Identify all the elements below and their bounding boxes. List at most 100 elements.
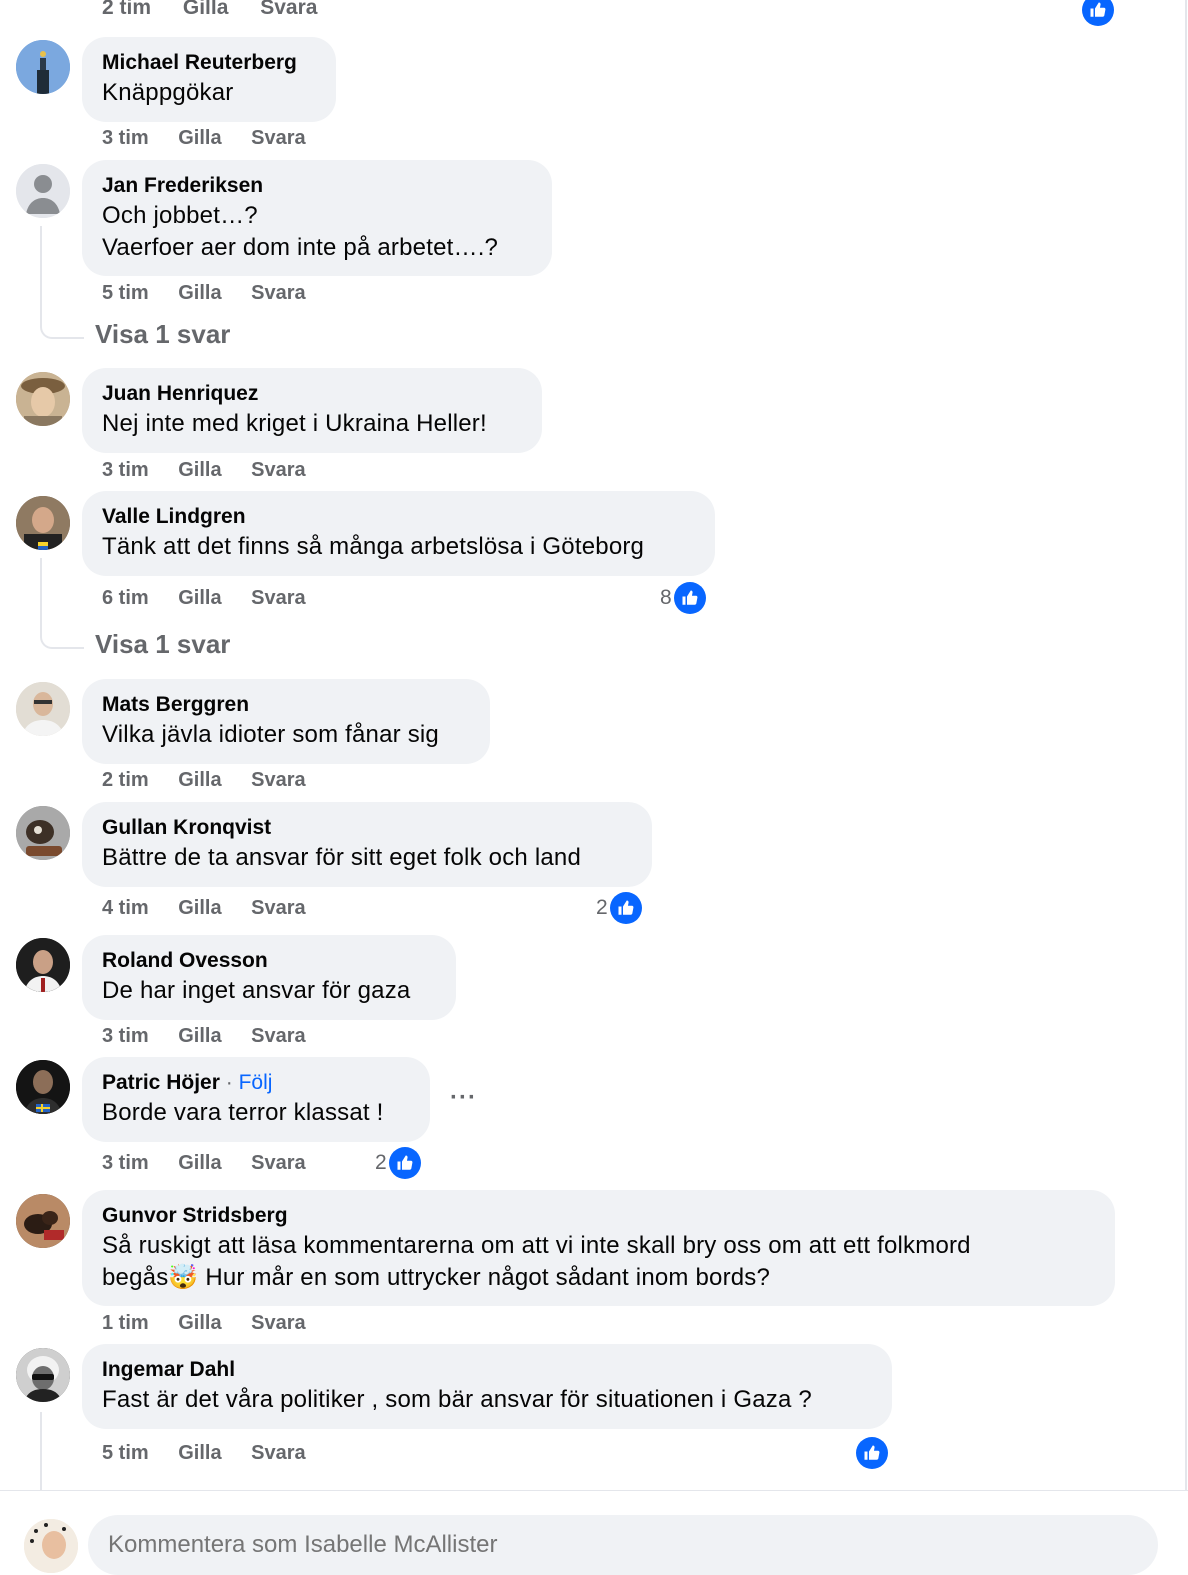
- author-name[interactable]: Patric Höjer: [102, 1071, 220, 1094]
- avatar[interactable]: [16, 682, 70, 736]
- like-link[interactable]: Gilla: [178, 459, 221, 482]
- reply-link[interactable]: Svara: [251, 1025, 306, 1048]
- reply-link[interactable]: Svara: [251, 897, 306, 920]
- comment-actions: 4 tim Gilla Svara: [102, 897, 330, 920]
- like-link[interactable]: Gilla: [178, 897, 221, 920]
- avatar[interactable]: [16, 1194, 70, 1248]
- comment-text: Så ruskigt att läsa kommentarerna om att…: [102, 1232, 971, 1259]
- author-name[interactable]: Ingemar Dahl: [102, 1356, 872, 1384]
- comment-text: De har inget ansvar för gaza: [102, 977, 411, 1004]
- timestamp[interactable]: 5 tim: [102, 1442, 149, 1465]
- like-reaction-icon[interactable]: [1080, 0, 1114, 26]
- view-replies-link[interactable]: Visa 1 svar: [95, 629, 230, 660]
- avatar[interactable]: [16, 496, 70, 550]
- reply-link[interactable]: Svara: [251, 769, 306, 792]
- reaction-count[interactable]: 2: [375, 1147, 421, 1179]
- view-replies-link[interactable]: Visa 1 svar: [95, 319, 230, 350]
- avatar[interactable]: [16, 1348, 70, 1402]
- like-link[interactable]: Gilla: [183, 0, 229, 19]
- timestamp[interactable]: 3 tim: [102, 127, 149, 150]
- reply-link[interactable]: Svara: [260, 0, 317, 19]
- reaction-count[interactable]: [854, 1437, 888, 1469]
- comment-bubble: Ingemar Dahl Fast är det våra politiker …: [82, 1344, 892, 1429]
- author-name[interactable]: Gunvor Stridsberg: [102, 1202, 1095, 1230]
- comment-bubble: Valle Lindgren Tänk att det finns så mån…: [82, 491, 715, 576]
- comment-input[interactable]: [108, 1531, 1138, 1559]
- comment-bubble: Jan Frederiksen Och jobbet…? Vaerfoer ae…: [82, 160, 552, 276]
- reply-link[interactable]: Svara: [251, 1442, 306, 1465]
- avatar[interactable]: [16, 372, 70, 426]
- reaction-count[interactable]: 2: [596, 892, 642, 924]
- comment-text: Vaerfoer aer dom inte på arbetet….?: [102, 234, 499, 261]
- comment-text: Fast är det våra politiker , som bär ans…: [102, 1386, 812, 1413]
- comment-bubble: Mats Berggren Vilka jävla idioter som få…: [82, 679, 490, 764]
- like-link[interactable]: Gilla: [178, 769, 221, 792]
- reaction-number: 8: [660, 586, 672, 609]
- like-reaction-icon: [856, 1437, 888, 1469]
- author-name[interactable]: Michael Reuterberg: [102, 49, 316, 77]
- like-link[interactable]: Gilla: [178, 127, 221, 150]
- comment-actions: 1 tim Gilla Svara: [102, 1312, 330, 1335]
- timestamp[interactable]: 2 tim: [102, 769, 149, 792]
- thread-line: [40, 558, 42, 636]
- timestamp[interactable]: 5 tim: [102, 282, 149, 305]
- reaction-number: 2: [596, 896, 608, 919]
- comment-text: Och jobbet…?: [102, 202, 258, 229]
- timestamp[interactable]: 1 tim: [102, 1312, 149, 1335]
- like-link[interactable]: Gilla: [178, 1312, 221, 1335]
- reply-link[interactable]: Svara: [251, 127, 306, 150]
- timestamp[interactable]: 3 tim: [102, 459, 149, 482]
- comment-actions: 3 tim Gilla Svara: [102, 459, 330, 482]
- author-name[interactable]: Juan Henriquez: [102, 380, 522, 408]
- more-options-icon[interactable]: ···: [450, 1084, 477, 1112]
- reply-link[interactable]: Svara: [251, 1312, 306, 1335]
- avatar[interactable]: [16, 40, 70, 94]
- comment-actions: 3 tim Gilla Svara: [102, 1025, 330, 1048]
- timestamp[interactable]: 3 tim: [102, 1152, 149, 1175]
- comment-text: Vilka jävla idioter som fånar sig: [102, 721, 439, 748]
- comment-text: Bättre de ta ansvar för sitt eget folk o…: [102, 844, 581, 871]
- author-name[interactable]: Mats Berggren: [102, 691, 470, 719]
- like-reaction-icon: [673, 582, 706, 614]
- author-name[interactable]: Jan Frederiksen: [102, 172, 532, 200]
- timestamp[interactable]: 6 tim: [102, 587, 149, 610]
- like-link[interactable]: Gilla: [178, 1025, 221, 1048]
- comment-bubble: Roland Ovesson De har inget ansvar för g…: [82, 935, 456, 1020]
- like-link[interactable]: Gilla: [178, 587, 221, 610]
- comment-bubble: Patric Höjer · Följ Borde vara terror kl…: [82, 1057, 430, 1142]
- like-link[interactable]: Gilla: [178, 1442, 221, 1465]
- like-link[interactable]: Gilla: [178, 1152, 221, 1175]
- avatar[interactable]: [16, 164, 70, 218]
- follow-button[interactable]: Följ: [239, 1071, 273, 1094]
- author-name[interactable]: Valle Lindgren: [102, 503, 695, 531]
- like-link[interactable]: Gilla: [178, 282, 221, 305]
- thread-line: [40, 1412, 42, 1492]
- reply-link[interactable]: Svara: [251, 459, 306, 482]
- comment-text: Borde vara terror klassat !: [102, 1099, 384, 1126]
- comment-actions: 3 tim Gilla Svara: [102, 127, 330, 150]
- author-name[interactable]: Gullan Kronqvist: [102, 814, 632, 842]
- comment-input-wrapper[interactable]: [88, 1515, 1158, 1575]
- like-reaction-icon: [609, 892, 642, 924]
- comment-text: Knäppgökar: [102, 79, 234, 106]
- reply-link[interactable]: Svara: [251, 282, 306, 305]
- like-reaction-icon: [388, 1147, 421, 1179]
- comment-text: Nej inte med kriget i Ukraina Heller!: [102, 410, 487, 437]
- reaction-number: 2: [375, 1151, 387, 1174]
- comment-text: begås🤯 Hur mår en som uttrycker något så…: [102, 1264, 771, 1291]
- avatar[interactable]: [16, 806, 70, 860]
- reaction-count[interactable]: 8: [660, 582, 706, 614]
- timestamp: 2 tim: [102, 0, 152, 19]
- reply-link[interactable]: Svara: [251, 587, 306, 610]
- timestamp[interactable]: 3 tim: [102, 1025, 149, 1048]
- comment-actions: 2 tim Gilla Svara: [102, 769, 330, 792]
- separator-dot: ·: [225, 1071, 233, 1094]
- comment-actions: 3 tim Gilla Svara: [102, 1152, 330, 1175]
- author-name[interactable]: Roland Ovesson: [102, 947, 436, 975]
- avatar[interactable]: [16, 938, 70, 992]
- avatar[interactable]: [16, 1060, 70, 1114]
- timestamp[interactable]: 4 tim: [102, 897, 149, 920]
- reply-link[interactable]: Svara: [251, 1152, 306, 1175]
- thread-line: [40, 226, 42, 326]
- previous-comment-meta: 2 tim Gilla Svara: [102, 0, 343, 20]
